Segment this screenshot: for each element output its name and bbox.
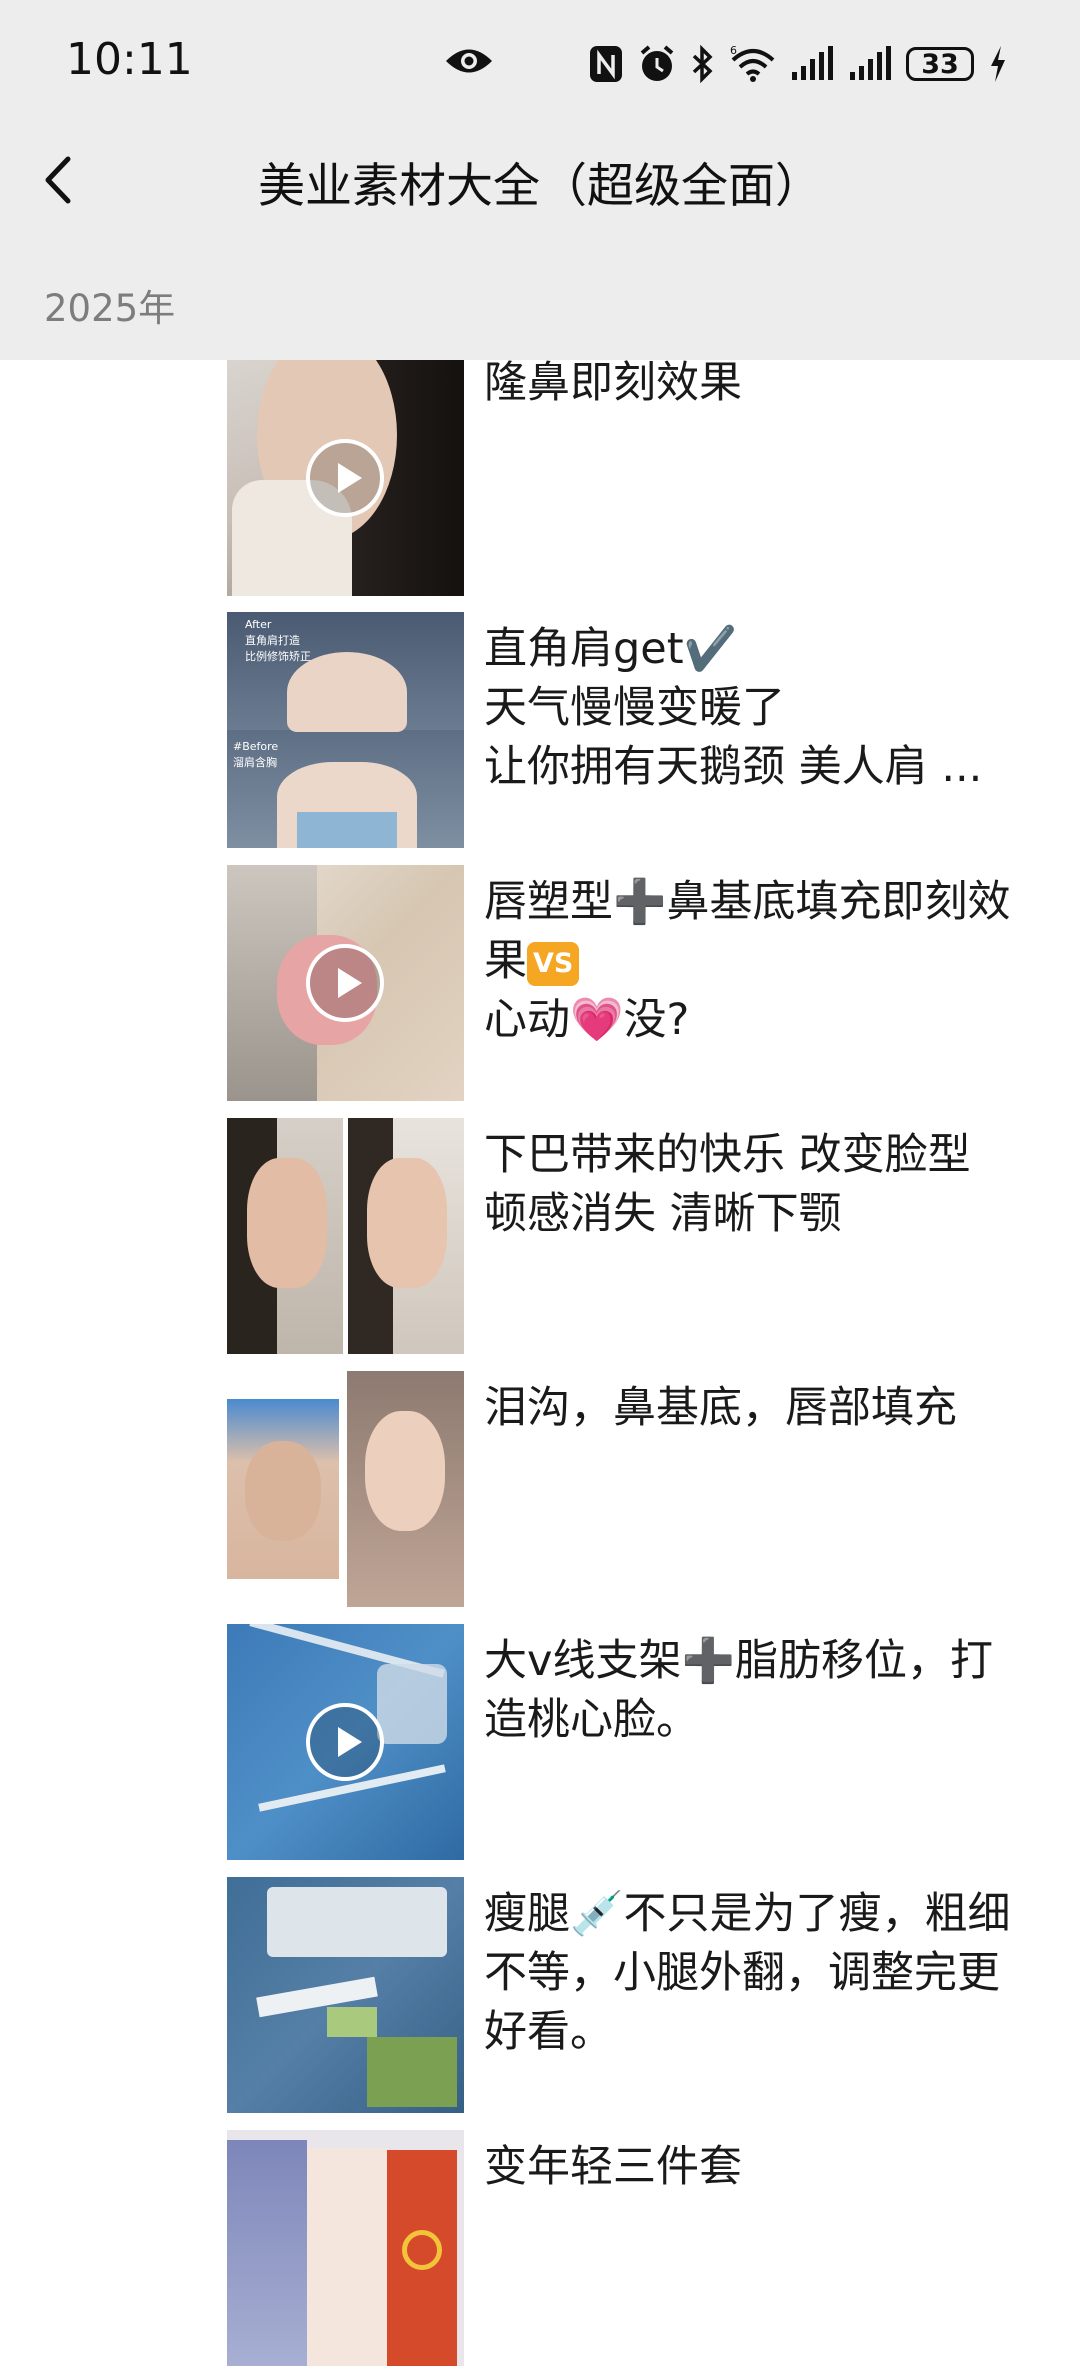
vs-badge-icon: VS xyxy=(527,941,580,986)
item-text: 下巴带来的快乐 改变脸型 顿感消失 清晰下颚 xyxy=(484,1130,971,1239)
thumb-caption: 溜肩含胸 xyxy=(233,756,277,769)
year-label: 2025年 xyxy=(44,287,176,330)
list-item[interactable]: 下巴带来的快乐 改变脸型 顿感消失 清晰下颚 xyxy=(0,1118,1080,1354)
list-item[interactable]: 变年轻三件套 xyxy=(0,2130,1080,2366)
thumb-caption: 直角肩打造 xyxy=(245,634,300,647)
eye-icon xyxy=(446,49,492,73)
image-thumbnail[interactable]: After 直角肩打造 比例修饰矫正 #Before 溜肩含胸 xyxy=(227,612,464,848)
alarm-icon xyxy=(640,45,674,81)
battery-icon: 33 xyxy=(906,47,974,81)
play-icon xyxy=(306,944,384,1022)
svg-text:6: 6 xyxy=(730,44,737,57)
image-thumbnail[interactable] xyxy=(227,1371,464,1607)
play-icon xyxy=(306,1703,384,1781)
list-item[interactable]: 大v线支架➕脂肪移位，打 造桃心脸。 xyxy=(0,1624,1080,1860)
item-text: 大v线支架➕脂肪移位，打 造桃心脸。 xyxy=(484,1636,993,1745)
list-item[interactable]: After 直角肩打造 比例修饰矫正 #Before 溜肩含胸 直角肩get✔️… xyxy=(0,612,1080,848)
list-item[interactable]: 瘦腿💉不只是为了瘦，粗细 不等，小腿外翻，调整完更 好看。 xyxy=(0,1877,1080,2113)
play-icon xyxy=(306,439,384,517)
charging-icon xyxy=(991,46,1005,82)
item-text: 瘦腿💉不只是为了瘦，粗细 不等，小腿外翻，调整完更 好看。 xyxy=(484,1889,1011,2057)
status-bar: 10:11 6 33 xyxy=(0,0,1080,125)
item-text: 唇塑型➕鼻基底填充即刻效 果 VS 心动💗没? xyxy=(484,877,1011,1045)
status-time: 10:11 xyxy=(66,34,193,85)
image-thumbnail[interactable] xyxy=(227,1877,464,2113)
list-item[interactable]: 隆鼻即刻效果 xyxy=(0,360,1080,596)
battery-level: 33 xyxy=(921,48,959,80)
signal-icon xyxy=(792,46,833,80)
status-icons: 6 33 xyxy=(588,40,1008,88)
item-text: 泪沟，鼻基底，唇部填充 xyxy=(484,1383,957,1433)
thumb-caption: After xyxy=(245,618,272,631)
thumb-caption: #Before xyxy=(233,740,279,753)
signal-icon xyxy=(850,46,891,80)
video-thumbnail[interactable] xyxy=(227,360,464,596)
bluetooth-icon xyxy=(692,44,713,84)
video-thumbnail[interactable] xyxy=(227,1624,464,1860)
item-text: 隆鼻即刻效果 xyxy=(484,360,742,408)
moments-feed[interactable]: 隆鼻即刻效果 After 直角肩打造 比例修饰矫正 #Before 溜肩含胸 直… xyxy=(0,360,1080,2373)
thumb-caption: 比例修饰矫正 xyxy=(245,650,311,663)
item-text: 变年轻三件套 xyxy=(484,2142,742,2192)
page-title: 美业素材大全（超级全面） xyxy=(258,159,822,214)
title-bar: 美业素材大全（超级全面） xyxy=(0,125,1080,235)
image-thumbnail[interactable] xyxy=(227,1118,464,1354)
nfc-icon xyxy=(590,46,622,82)
list-item[interactable]: 泪沟，鼻基底，唇部填充 xyxy=(0,1371,1080,1607)
video-thumbnail[interactable] xyxy=(227,865,464,1101)
wifi-icon: 6 xyxy=(730,44,775,82)
item-text: 直角肩get✔️ 天气慢慢变暖了 让你拥有天鹅颈 美人肩 ... xyxy=(484,624,983,792)
heart-icon: 💗 xyxy=(570,995,624,1045)
list-item[interactable]: 唇塑型➕鼻基底填充即刻效 果 VS 心动💗没? xyxy=(0,865,1080,1101)
image-thumbnail[interactable] xyxy=(227,2130,464,2366)
header: 10:11 6 33 美业素材大全（超级全面） 2025年 xyxy=(0,0,1080,360)
